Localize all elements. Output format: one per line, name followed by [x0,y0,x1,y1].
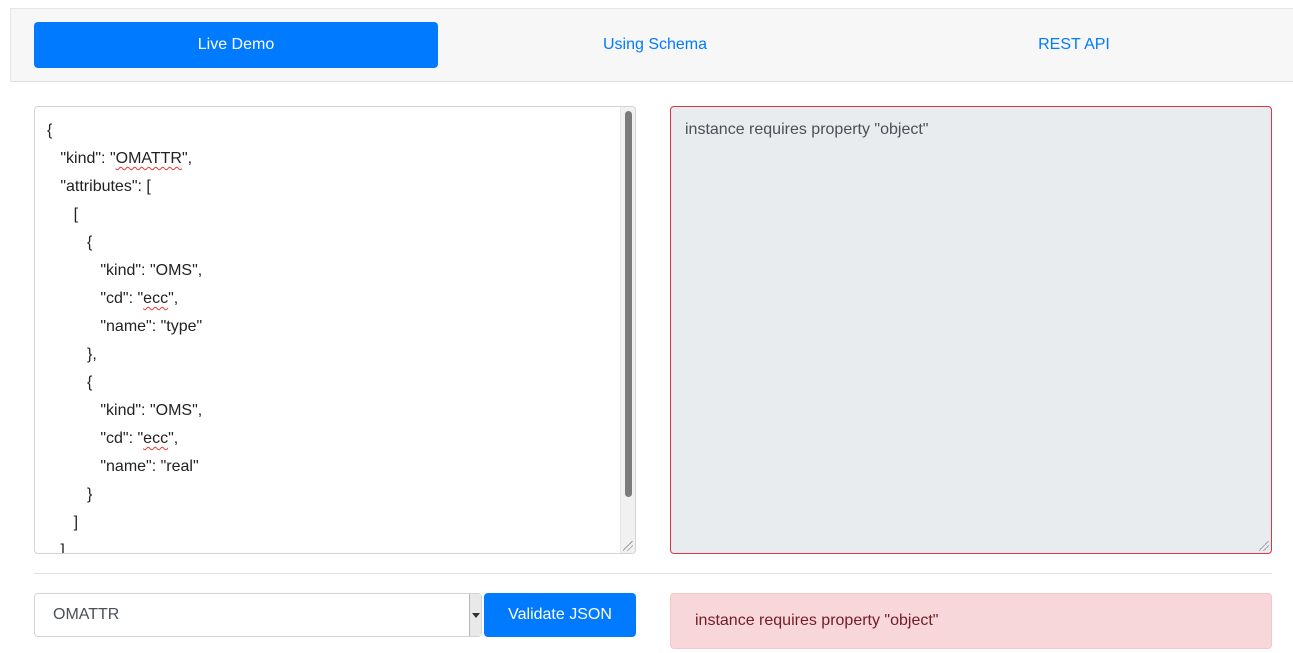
schema-select-value: OMATTR [53,606,120,623]
tab-rest-api[interactable]: REST API [871,22,1277,68]
code-line: { [47,234,93,251]
top-nav: Live Demo Using Schema REST API [10,8,1293,82]
json-editor-content[interactable]: { "kind": "OMATTR", "attributes": [ [ { … [35,107,619,553]
editor-scrollbar-thumb[interactable] [625,111,632,497]
code-line: "name": "type" [47,318,203,335]
spellcheck-underline: ecc [143,290,169,307]
error-alert: instance requires property "object" [670,593,1272,649]
code-line: ] [47,542,65,554]
divider [34,573,1272,574]
code-line: "name": "real" [47,458,199,475]
chevron-down-icon[interactable] [469,594,481,636]
tab-using-schema[interactable]: Using Schema [452,22,858,68]
code-line: "cd": "ecc", [47,430,179,447]
code-line: "kind": "OMATTR", [47,150,193,167]
code-line: ] [47,514,79,531]
code-line: [ [47,206,79,223]
spellcheck-underline: OMATTR [115,150,182,167]
code-line: "kind": "OMS", [47,262,203,279]
code-line: { [47,374,93,391]
validation-output-textarea[interactable]: instance requires property "object" [670,106,1272,554]
schema-select[interactable]: OMATTR [34,593,482,637]
code-line: }, [47,346,97,363]
tab-live-demo[interactable]: Live Demo [34,22,438,68]
resize-grip-icon[interactable] [1259,541,1269,551]
validate-json-button[interactable]: Validate JSON [484,593,636,637]
code-line: "kind": "OMS", [47,402,203,419]
code-line: "attributes": [ [47,178,151,195]
error-alert-text: instance requires property "object" [695,612,939,629]
code-line: "cd": "ecc", [47,290,179,307]
validation-output-text: instance requires property "object" [685,121,929,138]
resize-grip-icon[interactable] [623,541,633,551]
spellcheck-underline: ecc [143,430,169,447]
code-line: } [47,486,93,503]
code-line: { [47,122,53,139]
editor-scrollbar[interactable] [620,107,635,553]
json-editor-textarea[interactable]: { "kind": "OMATTR", "attributes": [ [ { … [34,106,636,554]
